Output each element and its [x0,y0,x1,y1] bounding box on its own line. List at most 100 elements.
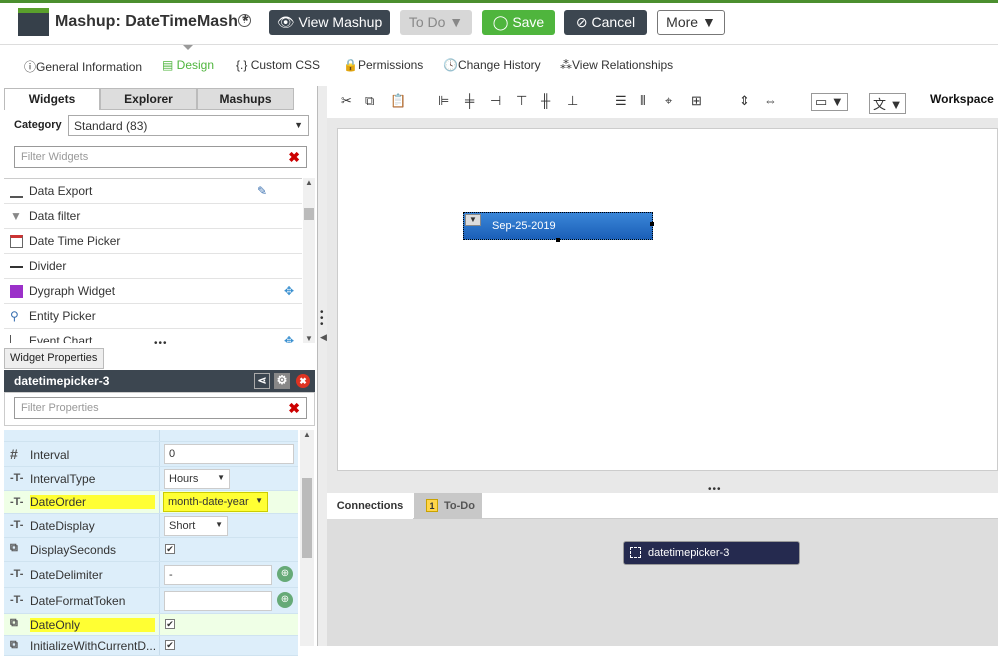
clear-filter-icon[interactable]: ✖ [288,149,300,166]
drag-pen-icon[interactable]: ✎ [257,179,267,203]
table-row: # Interval 0 [4,442,298,467]
tab-connections[interactable]: Connections [327,493,413,519]
date-display-select[interactable]: Short ▼ [164,516,228,536]
list-item[interactable]: Divider [4,254,302,279]
widget-properties-header: datetimepicker-3 ⋖ ⚙ ✖ [4,370,315,392]
scroll-up-icon[interactable]: ▲ [303,430,311,439]
help-icon[interactable]: ? [238,14,251,27]
todo-button[interactable]: To Do ▼ [400,10,472,35]
table-row: -T- DateOrder month-date-year ▼ [4,491,298,514]
paste-icon[interactable]: 📋 [390,93,406,109]
string-type-icon: -T- [10,594,24,606]
tab-permissions[interactable]: 🔒Permissions [343,58,423,72]
scroll-down-icon[interactable]: ▼ [305,334,313,343]
align-middle-icon[interactable]: ╫ [541,93,550,108]
boolean-type-icon: ⧉ [10,542,18,554]
mashup-canvas[interactable] [337,128,998,471]
align-top-icon[interactable]: ⊤ [516,93,527,109]
widget-list-scrollbar[interactable]: ▲ ▼ [303,178,315,343]
date-only-checkbox[interactable]: ✔ [165,619,175,629]
fit-icon[interactable]: ⊞ [691,93,702,109]
save-button[interactable]: ◯ Save [482,10,555,35]
interval-input[interactable]: 0 [164,444,294,464]
widget-node-icon [630,547,641,558]
scroll-thumb[interactable] [304,208,314,220]
scroll-up-icon[interactable]: ▲ [305,178,313,187]
gear-icon[interactable]: ⚙ [274,373,290,389]
date-format-token-input[interactable] [164,591,272,611]
css-icon: {.} [236,58,251,72]
list-item[interactable]: ▼ Data filter [4,204,302,229]
cancel-button[interactable]: ⊘ Cancel [564,10,647,35]
interval-type-select[interactable]: Hours ▼ [164,469,230,489]
equal-height-icon[interactable]: ⇕ [739,93,750,109]
resize-handle[interactable] [650,222,654,226]
close-icon[interactable]: ✖ [296,374,310,388]
move-icon[interactable]: ✥ [284,279,294,303]
view-mashup-button[interactable]: 👁 View Mashup [269,10,390,35]
globe-icon[interactable]: ⊕ [277,566,293,582]
data-export-icon [10,185,23,198]
tab-view-relationships[interactable]: ⁂View Relationships [560,58,673,72]
tab-design[interactable]: ▤ Design [162,58,214,72]
cut-icon[interactable]: ✂ [341,93,352,109]
splitter-handle-icon[interactable]: ••• [320,308,324,330]
active-tab-indicator [183,45,193,50]
list-item[interactable]: Data Export ✎ [4,179,302,204]
dropdown-arrow-icon[interactable]: ▼ [465,214,481,226]
align-center-icon[interactable]: ╪ [465,93,474,108]
widget-list: Data Export ✎ ▼ Data filter Date Time Pi… [4,178,302,343]
center-icon[interactable]: ⌖ [665,93,672,109]
move-icon[interactable]: ✥ [284,329,294,343]
distribute-horizontal-icon[interactable]: ⦀ [640,93,646,109]
align-bottom-icon[interactable]: ⊥ [567,93,578,109]
properties-scrollbar[interactable]: ▲ [300,430,314,646]
tab-explorer[interactable]: Explorer [100,88,197,110]
caret-down-icon: ▼ [217,473,225,482]
list-item[interactable]: Event Chart ✥ [4,329,302,343]
dygraph-icon [10,285,23,298]
language-dropdown[interactable]: 文 ▼ [869,93,907,114]
collapse-left-icon[interactable]: ◀ [320,332,327,343]
category-select[interactable]: Standard (83) ▼ [68,115,309,136]
filter-properties-input[interactable]: Filter Properties ✖ [14,397,307,419]
list-item[interactable]: Dygraph Widget ✥ [4,279,302,304]
layout-dropdown[interactable]: ▭ ▼ [811,93,848,111]
tab-general-information[interactable]: ⓘGeneral Information [24,58,142,75]
left-panel: Widgets Explorer Mashups Category Standa… [0,86,318,656]
display-seconds-checkbox[interactable]: ✔ [165,544,175,554]
resize-handle[interactable] [556,238,560,242]
more-button[interactable]: More ▼ [657,10,725,35]
tab-widgets[interactable]: Widgets [4,88,100,110]
tab-todo[interactable]: 1 To-Do [414,493,482,519]
copy-icon[interactable]: ⧉ [365,93,374,109]
tab-custom-css[interactable]: {.} Custom CSS [236,58,320,72]
align-right-icon[interactable]: ⊣ [490,93,501,109]
list-item[interactable]: ⚲ Entity Picker [4,304,302,329]
caret-down-icon: ▼ [255,496,263,505]
date-time-picker-widget[interactable]: Sep-25-2019 [463,212,653,240]
share-icon[interactable]: ⋖ [254,373,270,389]
equal-width-icon[interactable]: ⇔ [764,93,777,108]
vertical-splitter[interactable] [318,86,327,646]
connections-area [327,519,998,646]
divider-icon [10,266,23,268]
globe-icon[interactable]: ⊕ [277,592,293,608]
scroll-thumb[interactable] [302,478,312,558]
relationships-icon: ⁂ [560,58,572,72]
clear-filter-icon[interactable]: ✖ [288,400,300,417]
distribute-vertical-icon[interactable]: ☰ [615,93,627,109]
date-order-select[interactable]: month-date-year ▼ [163,492,268,512]
app-logo[interactable] [18,8,49,36]
initialize-current-checkbox[interactable]: ✔ [165,640,175,650]
filter-widgets-input[interactable]: Filter Widgets ✖ [14,146,307,168]
align-left-icon[interactable]: ⊫ [438,93,449,109]
date-delimiter-input[interactable]: - [164,565,272,585]
splitter-handle-icon[interactable]: ••• [154,338,168,349]
list-item[interactable]: Date Time Picker [4,229,302,254]
connection-widget-node[interactable]: datetimepicker-3 [623,541,800,565]
tab-change-history[interactable]: 🕓Change History [443,58,541,72]
calendar-icon [10,235,23,248]
tab-mashups[interactable]: Mashups [197,88,294,110]
widget-properties-tab[interactable]: Widget Properties [4,348,104,369]
